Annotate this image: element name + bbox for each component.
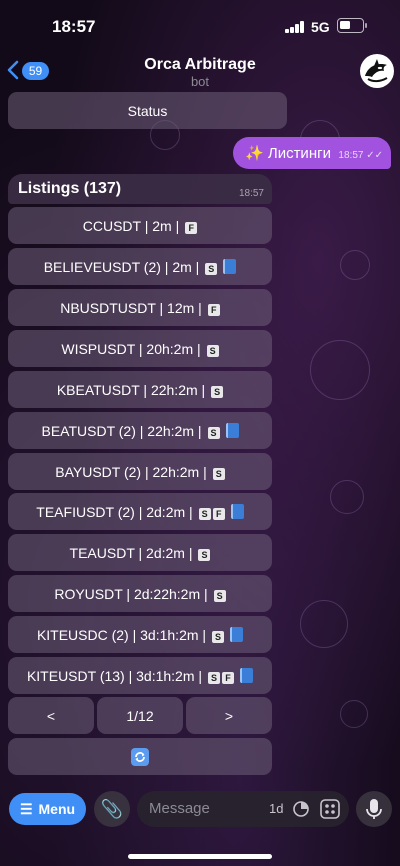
exchange-tag-icon: S (207, 426, 220, 439)
listing-button-label: BELIEVEUSDT (2) | 2m | (43, 258, 200, 275)
chat-subtitle: bot (190, 74, 210, 89)
paperclip-icon: 📎 (100, 798, 124, 819)
listing-button[interactable]: WISPUSDT | 20h:2m | S (8, 330, 272, 367)
composer-bar: ☰ Menu 📎 Message 1d (0, 784, 400, 866)
exchange-tag-icon: S (198, 548, 211, 561)
incoming-message: Listings (137) 18:57 (8, 174, 272, 204)
message-input[interactable]: Message 1d (137, 791, 349, 827)
chat-header: 59 Orca Arbitrage bot (0, 48, 400, 94)
exchange-tag-icon: S (205, 262, 218, 275)
hamburger-icon: ☰ (19, 800, 33, 817)
battery-icon (337, 18, 367, 33)
outgoing-message: ✨ Листинги 18:57 ✓✓ (233, 137, 391, 169)
listing-button[interactable]: KBEATUSDT | 22h:2m | S (8, 371, 272, 408)
orca-logo-icon (365, 59, 388, 83)
bot-avatar[interactable] (360, 54, 394, 88)
book-icon (240, 668, 254, 683)
book-icon (223, 259, 237, 274)
schedule-label[interactable]: 1d (269, 801, 283, 816)
exchange-tag-icon: F (212, 507, 225, 520)
network-label: 5G (311, 19, 330, 35)
outgoing-message-time: 18:57 ✓✓ (338, 150, 383, 161)
listing-button[interactable]: TEAUSDT | 2d:2m | S (8, 534, 272, 571)
incoming-message-text: Listings (137) (18, 180, 122, 197)
menu-button[interactable]: ☰ Menu (9, 793, 86, 825)
listing-button-label: CCUSDT | 2m | (82, 217, 180, 234)
listing-button-label: BEATUSDT (2) | 22h:2m | (41, 422, 202, 439)
listing-button[interactable]: BELIEVEUSDT (2) | 2m | S (8, 248, 272, 285)
exchange-tag-icon: S (212, 630, 225, 643)
listing-button-label: TEAUSDT | 2d:2m | (69, 544, 193, 561)
listing-button-label: KITEUSDT (13) | 3d:1h:2m | (26, 667, 203, 684)
listing-button-label: WISPUSDT | 20h:2m | (61, 340, 201, 357)
chat-title[interactable]: Orca Arbitrage (0, 56, 400, 74)
microphone-icon (366, 799, 382, 819)
timer-icon[interactable] (292, 800, 310, 818)
status-time: 18:57 (52, 17, 96, 36)
exchange-tag-icon: F (185, 221, 198, 234)
refresh-button[interactable] (8, 738, 272, 775)
page-indicator[interactable]: 1/12 (97, 697, 183, 734)
incoming-message-time: 18:57 (238, 188, 264, 199)
signal-icon (285, 21, 305, 33)
next-page-button[interactable]: > (186, 697, 272, 734)
listing-button-label: KBEATUSDT | 22h:2m | (56, 381, 206, 398)
exchange-tag-icon: S (206, 344, 219, 357)
listing-button[interactable]: BEATUSDT (2) | 22h:2m | S (8, 412, 272, 449)
exchange-tag-icon: F (222, 671, 235, 684)
listing-button[interactable]: BAYUSDT (2) | 22h:2m | S (8, 453, 272, 490)
listing-button-label: NBUSDTUSDT | 12m | (60, 299, 202, 316)
status-bar: 18:57 5G (0, 0, 400, 50)
listing-button[interactable]: NBUSDTUSDT | 12m | F (8, 289, 272, 326)
exchange-tag-icon: S (208, 671, 221, 684)
book-icon (225, 423, 239, 438)
listing-button-label: KITEUSDC (2) | 3d:1h:2m | (36, 626, 207, 643)
microphone-button[interactable] (356, 791, 392, 827)
listing-button-label: ROYUSDT | 2d:22h:2m | (54, 585, 208, 602)
attach-button[interactable]: 📎 (94, 791, 130, 827)
message-placeholder: Message (149, 800, 210, 817)
bot-commands-icon[interactable] (320, 799, 340, 819)
exchange-tag-icon: S (211, 385, 224, 398)
listing-button-label: TEAFIUSDT (2) | 2d:2m | (36, 503, 193, 520)
menu-label: Menu (38, 801, 76, 817)
prev-page-button[interactable]: < (8, 697, 94, 734)
book-icon (230, 627, 244, 642)
exchange-tag-icon: S (213, 589, 226, 602)
listing-button[interactable]: KITEUSDC (2) | 3d:1h:2m | S (8, 616, 272, 653)
refresh-icon (131, 747, 149, 766)
exchange-tag-icon: S (212, 467, 225, 480)
listing-button[interactable]: TEAFIUSDT (2) | 2d:2m | S F (8, 493, 272, 530)
home-indicator (128, 854, 272, 859)
exchange-tag-icon: S (198, 507, 211, 520)
listing-button-label: BAYUSDT (2) | 22h:2m | (55, 463, 207, 480)
read-checkmarks-icon: ✓✓ (366, 150, 383, 161)
listing-button[interactable]: CCUSDT | 2m | F (8, 207, 272, 244)
outgoing-message-text: ✨ Листинги (245, 145, 331, 162)
book-icon (230, 504, 244, 519)
listing-button[interactable]: KITEUSDT (13) | 3d:1h:2m | S F (8, 657, 272, 694)
exchange-tag-icon: F (207, 303, 220, 316)
status-button[interactable]: Status (8, 92, 287, 129)
listing-button[interactable]: ROYUSDT | 2d:22h:2m | S (8, 575, 272, 612)
